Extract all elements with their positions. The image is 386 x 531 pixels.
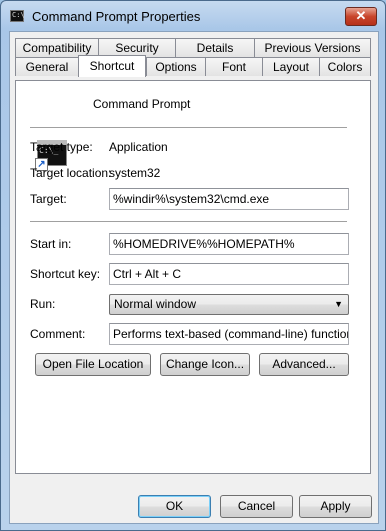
tab-colors[interactable]: Colors	[319, 57, 371, 76]
cancel-button[interactable]: Cancel	[220, 495, 293, 518]
start-in-field[interactable]: %HOMEDRIVE%%HOMEPATH%	[109, 233, 349, 255]
tab-previous-versions[interactable]: Previous Versions	[254, 38, 371, 57]
properties-window: C:\ Command Prompt Properties ✕ Compatib…	[0, 0, 386, 531]
dialog-client-area: Compatibility Security Details Previous …	[9, 31, 379, 524]
target-location-value: system32	[109, 166, 161, 180]
target-type-label: Target type:	[30, 140, 93, 154]
shortcut-key-label: Shortcut key:	[30, 267, 101, 281]
tab-options[interactable]: Options	[146, 57, 206, 76]
target-field[interactable]: %windir%\system32\cmd.exe	[109, 188, 349, 210]
tab-general[interactable]: General	[15, 57, 79, 76]
tab-font[interactable]: Font	[205, 57, 263, 76]
run-select[interactable]: Normal window ▼	[109, 294, 349, 315]
shortcut-panel: C:\_ ↗ Command Prompt Target type: Appli…	[15, 80, 371, 474]
apply-button[interactable]: Apply	[299, 495, 372, 518]
command-prompt-title-icon: C:\	[10, 10, 25, 22]
change-icon-button[interactable]: Change Icon...	[160, 353, 250, 376]
shortcut-key-field[interactable]: Ctrl + Alt + C	[109, 263, 349, 285]
target-location-label: Target location:	[30, 166, 112, 180]
tab-shortcut[interactable]: Shortcut	[78, 55, 146, 77]
title-bar[interactable]: C:\ Command Prompt Properties ✕	[1, 1, 385, 31]
target-label: Target:	[30, 192, 67, 206]
shortcut-name: Command Prompt	[93, 97, 191, 111]
separator	[30, 127, 347, 129]
tab-details[interactable]: Details	[175, 38, 255, 57]
target-type-value: Application	[109, 140, 168, 154]
run-select-value: Normal window	[114, 297, 197, 311]
comment-field[interactable]: Performs text-based (command-line) funct…	[109, 323, 349, 345]
window-title: Command Prompt Properties	[32, 9, 201, 24]
open-file-location-button[interactable]: Open File Location	[35, 353, 151, 376]
run-label: Run:	[30, 297, 56, 311]
advanced-button[interactable]: Advanced...	[259, 353, 349, 376]
comment-label: Comment:	[30, 327, 86, 341]
ok-button[interactable]: OK	[138, 495, 211, 518]
separator	[30, 221, 347, 223]
close-button[interactable]: ✕	[345, 7, 377, 26]
start-in-label: Start in:	[30, 237, 72, 251]
tab-layout[interactable]: Layout	[262, 57, 320, 76]
dropdown-arrow-icon: ▼	[334, 299, 343, 309]
